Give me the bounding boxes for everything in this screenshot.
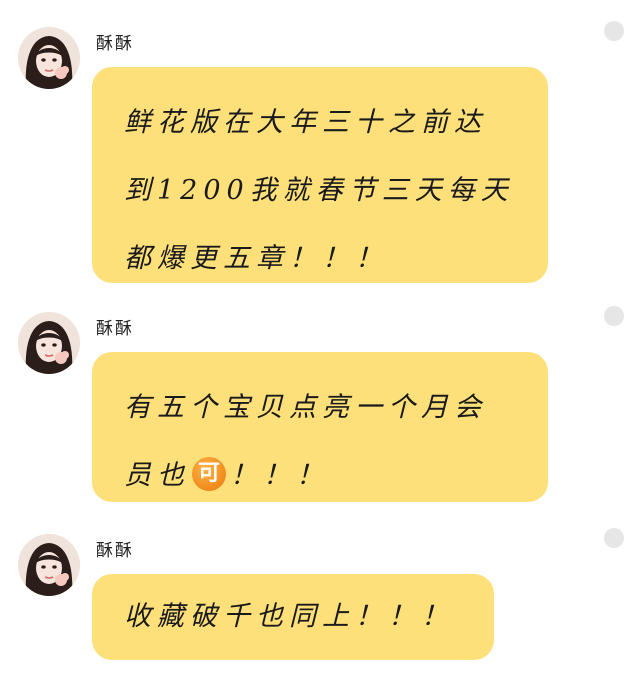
- message-text-line: 都爆更五章！！！: [124, 243, 388, 274]
- message-bubble[interactable]: 收藏破千也同上！！！: [92, 574, 494, 660]
- avatar-girl-icon: [18, 27, 80, 89]
- message-bubble[interactable]: 鲜花版在大年三十之前达 到1200我就春节三天每天 都爆更五章！！！: [92, 67, 548, 283]
- sender-name: 酥酥: [96, 34, 134, 54]
- message-text-segment: ！！！: [230, 460, 329, 491]
- avatar[interactable]: [18, 27, 80, 89]
- avatar-girl-icon: [18, 312, 80, 374]
- avatar[interactable]: [18, 312, 80, 374]
- message-text-line: 有五个宝贝点亮一个月会: [124, 392, 487, 423]
- status-dot-icon: [604, 528, 624, 548]
- message-text-line: 员也可！！！: [124, 442, 518, 510]
- avatar-girl-icon: [18, 534, 80, 596]
- message-text-segment: 员也: [124, 460, 190, 491]
- status-dot-icon: [604, 21, 624, 41]
- status-dot-icon: [604, 306, 624, 326]
- message-text-line: 到1200我就春节三天每天: [124, 175, 514, 206]
- sender-name: 酥酥: [96, 319, 134, 339]
- message-bubble[interactable]: 有五个宝贝点亮一个月会 员也可！！！: [92, 352, 548, 502]
- avatar[interactable]: [18, 534, 80, 596]
- emoji-ke-icon: 可: [192, 456, 226, 491]
- message-text-line: 收藏破千也同上！！！: [124, 601, 454, 632]
- sender-name: 酥酥: [96, 541, 134, 561]
- message-text-line: 鲜花版在大年三十之前达: [124, 107, 487, 138]
